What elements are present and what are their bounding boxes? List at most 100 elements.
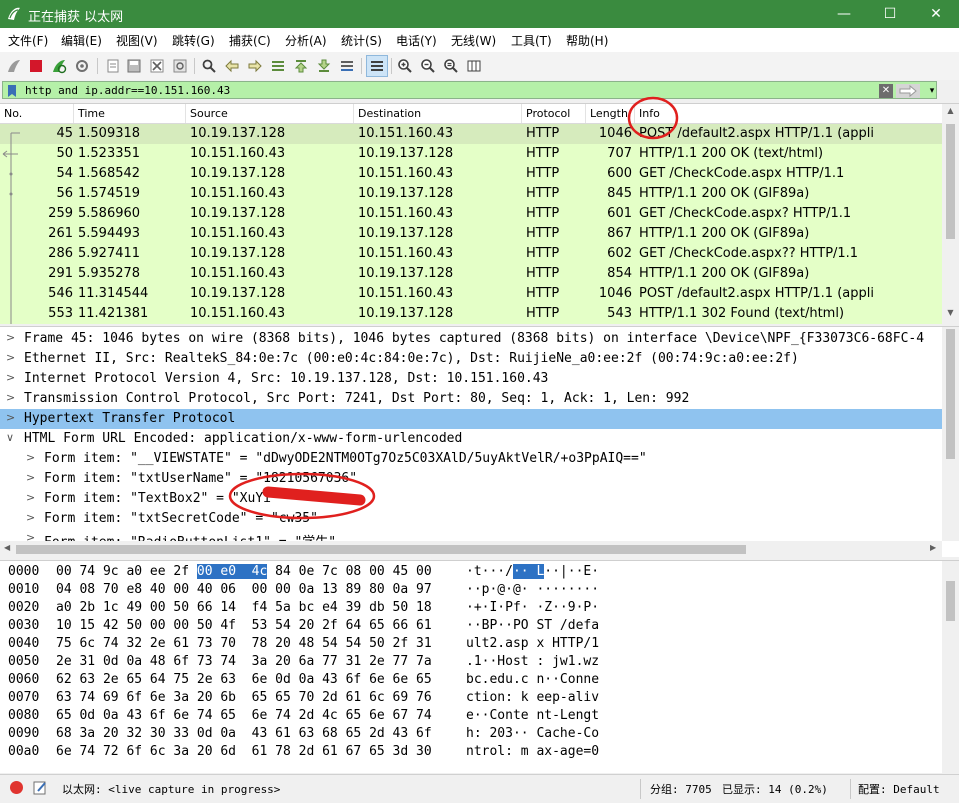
detail-tree-row[interactable]: > Form item: "txtUserName" = "18210567036… [0, 469, 942, 489]
display-filter-text[interactable]: http and ip.addr==10.151.160.43 [25, 84, 230, 97]
packet-row[interactable]: 286 5.927411 10.19.137.128 10.151.160.43 HTT… [0, 244, 942, 264]
zoom-normal-icon[interactable] [441, 56, 461, 76]
scrollbar-thumb[interactable] [946, 581, 955, 621]
hex-bytes[interactable]: 65 0d 0a 43 6f 6e 74 65 6e 74 2d 4c 65 6… [56, 708, 432, 723]
detail-tree-row[interactable]: > Internet Protocol Version 4, Src: 10.19… [0, 369, 942, 389]
menu-help[interactable]: 帮助(H) [566, 32, 608, 49]
reload-file-icon[interactable] [170, 56, 190, 76]
packet-row[interactable]: 291 5.935278 10.151.160.43 10.19.137.128 HTT… [0, 264, 942, 284]
detail-tree-row[interactable]: > Hypertext Transfer Protocol [0, 409, 942, 429]
packet-row[interactable]: 546 11.314544 10.19.137.128 10.151.160.43 HT… [0, 284, 942, 304]
hex-bytes[interactable]: 10 15 42 50 00 00 50 4f 53 54 20 2f 64 6… [56, 618, 432, 633]
go-to-packet-icon[interactable] [268, 56, 288, 76]
column-divider[interactable] [634, 104, 635, 123]
detail-tree-row[interactable]: > Frame 45: 1046 bytes on wire (8368 bits… [0, 329, 942, 349]
hex-ascii[interactable]: ··BP··PO ST /defa [466, 618, 599, 633]
scroll-left-arrow-icon[interactable]: ◀ [4, 543, 10, 552]
column-divider[interactable] [353, 104, 354, 123]
column-protocol[interactable]: Protocol [526, 107, 570, 120]
stop-capture-icon[interactable] [26, 56, 46, 76]
hex-ascii[interactable]: ·t···/·· L··|··E· [466, 564, 599, 579]
close-file-icon[interactable] [147, 56, 167, 76]
detail-tree-row[interactable]: > Form item: "TextBox2" = "XuYi" [0, 489, 942, 509]
column-divider[interactable] [521, 104, 522, 123]
expand-arrow-icon[interactable]: > [6, 351, 15, 364]
hex-bytes[interactable]: 6e 74 72 6f 6c 3a 20 6d 61 78 2d 61 67 6… [56, 744, 432, 759]
detail-tree-row[interactable]: > Transmission Control Protocol, Src Port… [0, 389, 942, 409]
zoom-in-icon[interactable] [395, 56, 415, 76]
hex-bytes[interactable]: 2e 31 0d 0a 48 6f 73 74 3a 20 6a 77 31 2… [56, 654, 432, 669]
capture-comment-icon[interactable] [32, 780, 48, 796]
column-info[interactable]: Info [639, 107, 660, 120]
scrollbar-thumb[interactable] [16, 545, 746, 554]
packet-row[interactable]: 261 5.594493 10.151.160.43 10.19.137.128 HTT… [0, 224, 942, 244]
hex-ascii[interactable]: .1··Host : jw1.wz [466, 654, 599, 669]
expand-arrow-icon[interactable]: > [6, 411, 15, 424]
hex-row[interactable]: 0020 a0 2b 1c 49 00 50 66 14 f4 5a bc e4 … [0, 599, 942, 617]
column-source[interactable]: Source [190, 107, 228, 120]
menu-wireless[interactable]: 无线(W) [451, 32, 496, 49]
hex-row[interactable]: 0070 63 74 69 6f 6e 3a 20 6b 65 65 70 2d … [0, 689, 942, 707]
find-packet-search-icon[interactable] [199, 56, 219, 76]
hex-row[interactable]: 0000 00 74 9c a0 ee 2f 00 e0 4c 84 0e 7c … [0, 563, 942, 581]
column-time[interactable]: Time [78, 107, 105, 120]
go-forward-arrow-icon[interactable] [245, 56, 265, 76]
column-destination[interactable]: Destination [358, 107, 421, 120]
hex-row[interactable]: 0040 75 6c 74 32 2e 61 73 70 78 20 48 54 … [0, 635, 942, 653]
bytes-scrollbar[interactable] [942, 561, 959, 773]
go-back-arrow-icon[interactable] [222, 56, 242, 76]
close-button[interactable]: ✕ [913, 0, 959, 28]
minimize-button[interactable]: — [821, 0, 867, 28]
filter-history-dropdown[interactable]: ▾ [926, 84, 938, 98]
menu-analyze[interactable]: 分析(A) [285, 32, 327, 49]
hex-ascii[interactable]: e··Conte nt-Lengt [466, 708, 599, 723]
detail-tree-row[interactable]: ∨ HTML Form URL Encoded: application/x-ww… [0, 429, 942, 449]
column-no[interactable]: No. [4, 107, 22, 120]
column-divider[interactable] [185, 104, 186, 123]
detail-tree-row[interactable]: > Ethernet II, Src: RealtekS_84:0e:7c (00… [0, 349, 942, 369]
packet-row[interactable]: 259 5.586960 10.19.137.128 10.151.160.43 HTT… [0, 204, 942, 224]
open-file-icon[interactable] [103, 56, 123, 76]
hex-bytes[interactable]: 04 08 70 e8 40 00 40 06 00 00 0a 13 89 8… [56, 582, 432, 597]
hex-ascii[interactable]: ntrol: m ax-age=0 [466, 744, 599, 759]
bookmark-icon[interactable] [7, 84, 17, 98]
detail-tree-row[interactable]: > Form item: "txtSecretCode" = "cw35" [0, 509, 942, 529]
maximize-button[interactable]: ☐ [867, 0, 913, 28]
expand-arrow-icon[interactable]: > [26, 491, 35, 504]
hex-row[interactable]: 0060 62 63 2e 65 64 75 2e 63 6e 0d 0a 43 … [0, 671, 942, 689]
hex-bytes[interactable]: 62 63 2e 65 64 75 2e 63 6e 0d 0a 43 6f 6… [56, 672, 432, 687]
hex-bytes[interactable]: 63 74 69 6f 6e 3a 20 6b 65 65 70 2d 61 6… [56, 690, 432, 705]
scroll-down-arrow-icon[interactable]: ▼ [942, 308, 959, 324]
hex-bytes[interactable]: 68 3a 20 32 30 33 0d 0a 43 61 63 68 65 2… [56, 726, 432, 741]
save-file-icon[interactable] [124, 56, 144, 76]
packet-list-scrollbar[interactable]: ▲ ▼ [942, 104, 959, 324]
column-divider[interactable] [73, 104, 74, 123]
apply-filter-arrow-icon[interactable] [896, 84, 920, 98]
packet-row[interactable]: 553 11.421381 10.151.160.43 10.19.137.128 HT… [0, 304, 942, 324]
menu-file[interactable]: 文件(F) [8, 32, 48, 49]
details-scrollbar[interactable] [942, 327, 959, 541]
scroll-right-arrow-icon[interactable]: ▶ [930, 543, 936, 552]
collapse-arrow-icon[interactable]: ∨ [6, 431, 14, 444]
hex-ascii[interactable]: ction: k eep-aliv [466, 690, 599, 705]
hex-bytes[interactable]: 00 74 9c a0 ee 2f 00 e0 4c 84 0e 7c 08 0… [56, 564, 432, 579]
hex-bytes[interactable]: 75 6c 74 32 2e 61 73 70 78 20 48 54 54 5… [56, 636, 432, 651]
scrollbar-thumb[interactable] [946, 329, 955, 459]
column-length[interactable]: Length [590, 107, 628, 120]
go-last-packet-icon[interactable] [314, 56, 334, 76]
restart-capture-icon[interactable] [49, 56, 69, 76]
hex-ascii[interactable]: ult2.asp x HTTP/1 [466, 636, 599, 651]
resize-columns-icon[interactable] [464, 56, 484, 76]
hex-row[interactable]: 00a0 6e 74 72 6f 6c 3a 20 6d 61 78 2d 61 … [0, 743, 942, 761]
expand-arrow-icon[interactable]: > [26, 511, 35, 524]
zoom-out-icon[interactable] [418, 56, 438, 76]
packet-row[interactable]: 50 1.523351 10.151.160.43 10.19.137.128 HTTP… [0, 144, 942, 164]
menu-telephony[interactable]: 电话(Y) [396, 32, 437, 49]
menu-view[interactable]: 视图(V) [116, 32, 158, 49]
menu-edit[interactable]: 编辑(E) [61, 32, 102, 49]
details-horizontal-scrollbar[interactable]: ◀ ▶ [0, 541, 942, 557]
menu-capture[interactable]: 捕获(C) [229, 32, 271, 49]
clear-filter-icon[interactable]: ✕ [879, 84, 893, 98]
detail-tree-row[interactable]: > Form item: "__VIEWSTATE" = "dDwyODE2NTM… [0, 449, 942, 469]
packet-row[interactable]: 45 1.509318 10.19.137.128 10.151.160.43 HTTP… [0, 124, 942, 144]
